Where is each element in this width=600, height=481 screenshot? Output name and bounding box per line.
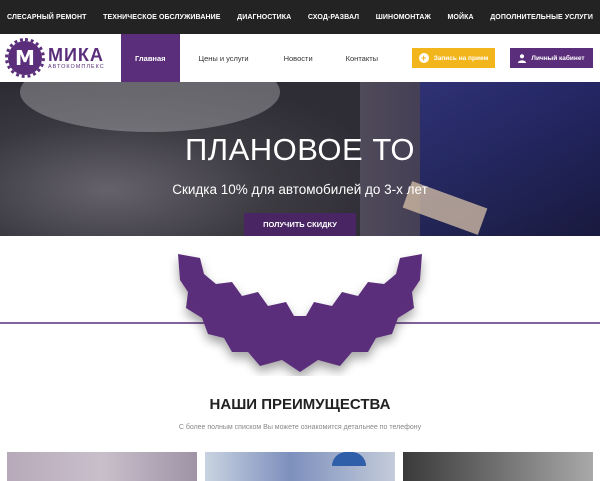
logo-name: МИКА (48, 45, 104, 65)
topbar-link-alignment[interactable]: СХОД-РАЗВАЛ (308, 14, 359, 21)
mechanic-cap-photo (332, 452, 366, 466)
user-icon (518, 53, 527, 63)
appointment-button-label: Запись на прием (433, 54, 489, 62)
advantage-card-photo[interactable] (7, 452, 197, 481)
gear-logo-icon: М (5, 38, 45, 78)
personal-cabinet-button[interactable]: Личный кабинет (510, 48, 593, 68)
logo[interactable]: М МИКА АВТОКОМПЛЕКС (5, 38, 105, 78)
advantages-title: НАШИ ПРЕИМУЩЕСТВА (209, 396, 391, 413)
main-nav: Главная Цены и услуги Новости Контакты (121, 34, 378, 82)
topbar-link-maintenance[interactable]: ТЕХНИЧЕСКОЕ ОБСЛУЖИВАНИЕ (103, 14, 220, 21)
advantages-subtitle: С более полным списком Вы можете ознаком… (178, 424, 422, 431)
top-services-bar: СЛЕСАРНЫЙ РЕМОНТ ТЕХНИЧЕСКОЕ ОБСЛУЖИВАНИ… (0, 0, 600, 34)
advantages-cards (0, 452, 600, 481)
hero-banner: ПЛАНОВОЕ ТО Скидка 10% для автомобилей д… (0, 82, 600, 236)
personal-cabinet-label: Личный кабинет (531, 54, 585, 62)
topbar-link-locksmith[interactable]: СЛЕСАРНЫЙ РЕМОНТ (7, 14, 87, 21)
hero-title: ПЛАНОВОЕ ТО (184, 132, 415, 167)
topbar-link-car-wash[interactable]: МОЙКА (447, 14, 473, 21)
hero-subtitle: Скидка 10% для автомобилей до 3-х лет (172, 182, 428, 197)
gear-divider-graphic (0, 254, 600, 372)
nav-item-contacts[interactable]: Контакты (346, 34, 378, 82)
get-discount-button[interactable]: ПОЛУЧИТЬ СКИДКУ (244, 213, 356, 236)
logo-text: МИКА АВТОКОМПЛЕКС (48, 46, 105, 70)
advantage-card-photo[interactable] (403, 452, 593, 481)
advantage-card-photo[interactable] (205, 452, 395, 481)
appointment-button[interactable]: + Запись на прием (412, 48, 495, 68)
topbar-link-tire-service[interactable]: ШИНОМОНТАЖ (376, 14, 431, 21)
nav-item-prices[interactable]: Цены и услуги (199, 34, 249, 82)
topbar-link-extra-services[interactable]: ДОПОЛНИТЕЛЬНЫЕ УСЛУГИ (490, 14, 593, 21)
topbar-link-diagnostics[interactable]: ДИАГНОСТИКА (237, 14, 291, 21)
nav-item-home[interactable]: Главная (121, 34, 180, 82)
site-header: М МИКА АВТОКОМПЛЕКС Главная Цены и услуг… (0, 34, 600, 82)
nav-item-news[interactable]: Новости (284, 34, 313, 82)
plus-icon: + (418, 53, 429, 63)
logo-subtitle: АВТОКОМПЛЕКС (48, 64, 105, 70)
